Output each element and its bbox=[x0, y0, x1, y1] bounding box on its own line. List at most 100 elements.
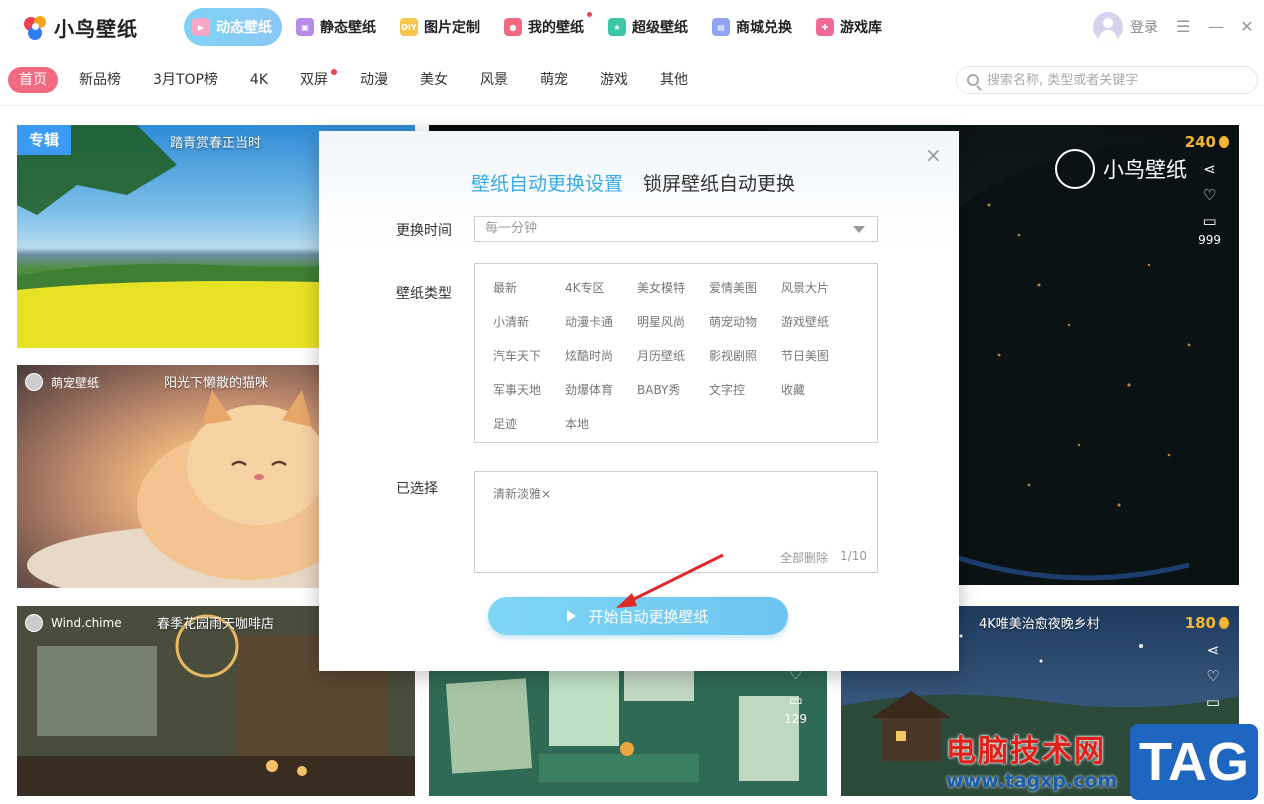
heart-icon[interactable]: ♡ bbox=[1202, 187, 1218, 203]
category-tab[interactable]: 首页 bbox=[8, 67, 58, 93]
wallpaper-type-option[interactable]: 风景大片 bbox=[781, 280, 853, 297]
card-title: 阳光下懒散的猫咪 bbox=[164, 376, 269, 391]
notification-dot bbox=[587, 12, 592, 17]
minimize-icon[interactable]: — bbox=[1208, 19, 1224, 35]
play-icon bbox=[567, 610, 577, 622]
category-label: 美女 bbox=[420, 72, 449, 88]
wallpaper-type-option[interactable]: 爱情美图 bbox=[709, 280, 781, 297]
wallpaper-type-option[interactable]: 军事天地 bbox=[493, 382, 565, 399]
category-tab[interactable]: 4K bbox=[239, 67, 279, 93]
search-input[interactable] bbox=[987, 72, 1237, 88]
share-icon[interactable]: ⋖ bbox=[1202, 161, 1218, 177]
gamepad-icon: ✚ bbox=[816, 18, 834, 36]
image-icon: ▣ bbox=[296, 18, 314, 36]
wallpaper-type-option[interactable]: 动漫卡通 bbox=[565, 314, 637, 331]
category-tab[interactable]: 萌宠 bbox=[529, 67, 579, 93]
card-author[interactable]: 萌宠壁纸 bbox=[25, 373, 99, 391]
close-window-icon[interactable]: ✕ bbox=[1240, 19, 1254, 35]
bird-logo-icon bbox=[1055, 149, 1095, 189]
tab-wallpaper-auto-change[interactable]: 壁纸自动更换设置 bbox=[471, 169, 623, 196]
close-icon[interactable]: × bbox=[925, 145, 942, 165]
nav-item[interactable]: ▶ 动态壁纸 bbox=[184, 8, 282, 46]
brand-watermark: 小鸟壁纸 bbox=[1055, 149, 1187, 189]
category-tab[interactable]: 游戏 bbox=[589, 67, 639, 93]
wallpaper-type-option[interactable]: 节日美图 bbox=[781, 348, 853, 365]
nav-item[interactable]: ✚ 游戏库 bbox=[808, 8, 892, 46]
category-label: 其他 bbox=[660, 72, 689, 88]
category-tab[interactable]: 风景 bbox=[469, 67, 519, 93]
top-bar: 小鸟壁纸 ▶ 动态壁纸 ▣ 静态壁纸 DIY 图片定制 ● 我的壁纸 ★ 超级壁纸 ▤ 商城兑换 ✚ 游戏… bbox=[0, 0, 1264, 56]
clear-all-button[interactable]: 全部删除 bbox=[780, 549, 828, 566]
wallpaper-type-option[interactable]: 炫酷时尚 bbox=[565, 348, 637, 365]
share-icon[interactable]: ⋖ bbox=[1205, 642, 1221, 658]
wallpaper-type-option[interactable]: 最新 bbox=[493, 280, 565, 297]
shop-icon: ▤ bbox=[712, 18, 730, 36]
card-actions: ⋖ ♡ ▭ 999 bbox=[1198, 161, 1221, 255]
wallpaper-type-option[interactable]: BABY秀 bbox=[637, 382, 709, 399]
nav-item-label: 游戏库 bbox=[840, 20, 882, 36]
nav-item[interactable]: DIY 图片定制 bbox=[392, 8, 490, 46]
card-title: 春季花园雨天咖啡店 bbox=[157, 617, 275, 632]
coin-price: 180 bbox=[1185, 614, 1229, 632]
wallpaper-type-option[interactable]: 汽车天下 bbox=[493, 348, 565, 365]
nav-item[interactable]: ● 我的壁纸 bbox=[496, 8, 594, 46]
wallpaper-type-option[interactable]: 影视剧照 bbox=[709, 348, 781, 365]
wallpaper-type-option[interactable]: 美女模特 bbox=[637, 280, 709, 297]
category-tab[interactable]: 其他 bbox=[649, 67, 699, 93]
coin-amount: 180 bbox=[1184, 614, 1216, 632]
wallpaper-type-option[interactable]: 萌宠动物 bbox=[709, 314, 781, 331]
diy-icon: DIY bbox=[400, 18, 418, 36]
category-bar: 首页 新品榜 3月TOP榜 4K 双屏 动漫 美女 风景 萌宠 游戏 其他 bbox=[0, 56, 1264, 106]
card-title: 4K唯美治愈夜晚乡村 bbox=[979, 617, 1100, 632]
start-auto-change-button[interactable]: 开始自动更换壁纸 bbox=[488, 597, 788, 635]
wallpaper-type-option[interactable]: 游戏壁纸 bbox=[781, 314, 853, 331]
search-icon[interactable] bbox=[967, 74, 979, 86]
play-icon: ▶ bbox=[192, 18, 210, 36]
author-avatar bbox=[25, 614, 43, 632]
coin-icon bbox=[1219, 617, 1229, 629]
wallpaper-type-option[interactable]: 劲爆体育 bbox=[565, 382, 637, 399]
wallpaper-type-option[interactable]: 本地 bbox=[565, 416, 637, 433]
user-avatar-icon[interactable] bbox=[1093, 12, 1123, 42]
wallpaper-type-option[interactable]: 明星风尚 bbox=[637, 314, 709, 331]
nav-item[interactable]: ▤ 商城兑换 bbox=[704, 8, 802, 46]
comment-icon[interactable]: ▭ bbox=[788, 692, 804, 708]
interval-select[interactable]: 每一分钟 bbox=[474, 216, 878, 242]
app-name: 小鸟壁纸 bbox=[54, 17, 138, 41]
category-tab[interactable]: 美女 bbox=[409, 67, 459, 93]
wallpaper-type-option[interactable]: 4K专区 bbox=[565, 280, 637, 297]
nav-item-label: 静态壁纸 bbox=[320, 20, 376, 36]
nav-item-label: 超级壁纸 bbox=[632, 20, 688, 36]
card-author[interactable]: Wind.chime bbox=[25, 614, 122, 632]
comment-icon[interactable]: ▭ bbox=[1202, 213, 1218, 229]
category-label: 游戏 bbox=[600, 72, 629, 88]
interval-label: 更换时间 bbox=[396, 223, 452, 239]
category-label: 萌宠 bbox=[540, 72, 569, 88]
category-tab[interactable]: 动漫 bbox=[349, 67, 399, 93]
comment-icon[interactable]: ▭ bbox=[1205, 694, 1221, 710]
nav-item[interactable]: ▣ 静态壁纸 bbox=[288, 8, 386, 46]
wallpaper-type-option[interactable]: 小清新 bbox=[493, 314, 565, 331]
author-avatar bbox=[25, 373, 43, 391]
wallpaper-type-option[interactable]: 文字控 bbox=[709, 382, 781, 399]
category-label: 首页 bbox=[19, 72, 47, 88]
category-label: 4K bbox=[249, 72, 269, 88]
search-box[interactable] bbox=[956, 66, 1258, 94]
nav-item[interactable]: ★ 超级壁纸 bbox=[600, 8, 698, 46]
category-tab[interactable]: 双屏 bbox=[289, 67, 339, 93]
wallpaper-type-option[interactable]: 足迹 bbox=[493, 416, 565, 433]
tab-lockscreen-auto-change[interactable]: 锁屏壁纸自动更换 bbox=[643, 169, 795, 196]
main-nav: ▶ 动态壁纸 ▣ 静态壁纸 DIY 图片定制 ● 我的壁纸 ★ 超级壁纸 ▤ 商城兑换 ✚ 游戏库 bbox=[184, 8, 898, 46]
menu-icon[interactable]: ☰ bbox=[1176, 19, 1190, 35]
start-button-label: 开始自动更换壁纸 bbox=[588, 607, 709, 626]
selected-chip[interactable]: 清新淡雅× bbox=[493, 485, 551, 502]
wallpaper-type-option[interactable]: 月历壁纸 bbox=[637, 348, 709, 365]
wallpaper-type-option[interactable]: 收藏 bbox=[781, 382, 853, 399]
chevron-down-icon bbox=[853, 226, 865, 233]
category-tab[interactable]: 新品榜 bbox=[68, 67, 132, 93]
app-logo[interactable]: 小鸟壁纸 bbox=[22, 13, 138, 42]
heart-icon[interactable]: ♡ bbox=[1205, 668, 1221, 684]
category-tab[interactable]: 3月TOP榜 bbox=[142, 67, 229, 93]
login-link[interactable]: 登录 bbox=[1130, 17, 1158, 37]
bird-logo-icon bbox=[22, 14, 50, 42]
